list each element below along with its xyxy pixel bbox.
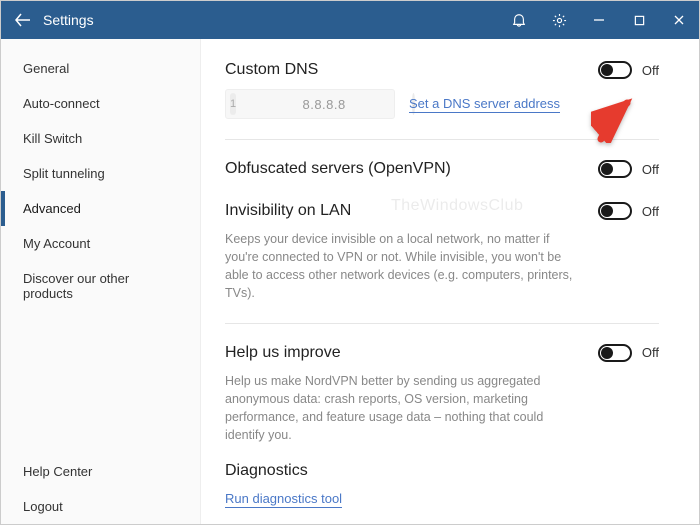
back-button[interactable] — [9, 1, 37, 39]
invisibility-desc: Keeps your device invisible on a local n… — [225, 230, 585, 303]
help-improve-toggle-label: Off — [642, 345, 659, 360]
invisibility-toggle-label: Off — [642, 204, 659, 219]
invisibility-title: Invisibility on LAN — [225, 202, 585, 220]
invisibility-toggle[interactable] — [598, 202, 632, 220]
custom-dns-toggle[interactable] — [598, 61, 632, 79]
help-improve-desc: Help us make NordVPN better by sending u… — [225, 372, 585, 445]
gear-icon[interactable] — [539, 1, 579, 39]
help-improve-title: Help us improve — [225, 344, 585, 362]
window-title: Settings — [43, 12, 499, 28]
sidebar-item-advanced[interactable]: Advanced — [1, 191, 200, 226]
diagnostics-title: Diagnostics — [225, 462, 659, 480]
sidebar-item-auto-connect[interactable]: Auto-connect — [1, 86, 200, 121]
main-content: Custom DNS 1 › Set a DNS server address … — [201, 39, 699, 524]
sidebar: General Auto-connect Kill Switch Split t… — [1, 39, 201, 524]
close-button[interactable] — [659, 1, 699, 39]
sidebar-item-general[interactable]: General — [1, 51, 200, 86]
minimize-button[interactable] — [579, 1, 619, 39]
obfuscated-toggle[interactable] — [598, 160, 632, 178]
sidebar-item-discover-products[interactable]: Discover our other products — [1, 261, 200, 311]
bell-icon[interactable] — [499, 1, 539, 39]
dns-input[interactable] — [236, 97, 412, 112]
obfuscated-toggle-label: Off — [642, 162, 659, 177]
sidebar-item-my-account[interactable]: My Account — [1, 226, 200, 261]
set-dns-link[interactable]: Set a DNS server address — [409, 96, 560, 113]
custom-dns-toggle-label: Off — [642, 63, 659, 78]
obfuscated-title: Obfuscated servers (OpenVPN) — [225, 160, 451, 178]
titlebar: Settings — [1, 1, 699, 39]
run-diagnostics-link[interactable]: Run diagnostics tool — [225, 491, 342, 508]
dns-input-wrap: 1 › — [225, 89, 395, 119]
maximize-button[interactable] — [619, 1, 659, 39]
custom-dns-title: Custom DNS — [225, 61, 560, 79]
help-improve-toggle[interactable] — [598, 344, 632, 362]
sidebar-item-kill-switch[interactable]: Kill Switch — [1, 121, 200, 156]
sidebar-item-help-center[interactable]: Help Center — [1, 454, 200, 489]
divider — [225, 323, 659, 324]
titlebar-actions — [499, 1, 699, 39]
sidebar-item-split-tunneling[interactable]: Split tunneling — [1, 156, 200, 191]
annotation-arrow-icon — [591, 97, 637, 148]
sidebar-item-logout[interactable]: Logout — [1, 489, 200, 524]
